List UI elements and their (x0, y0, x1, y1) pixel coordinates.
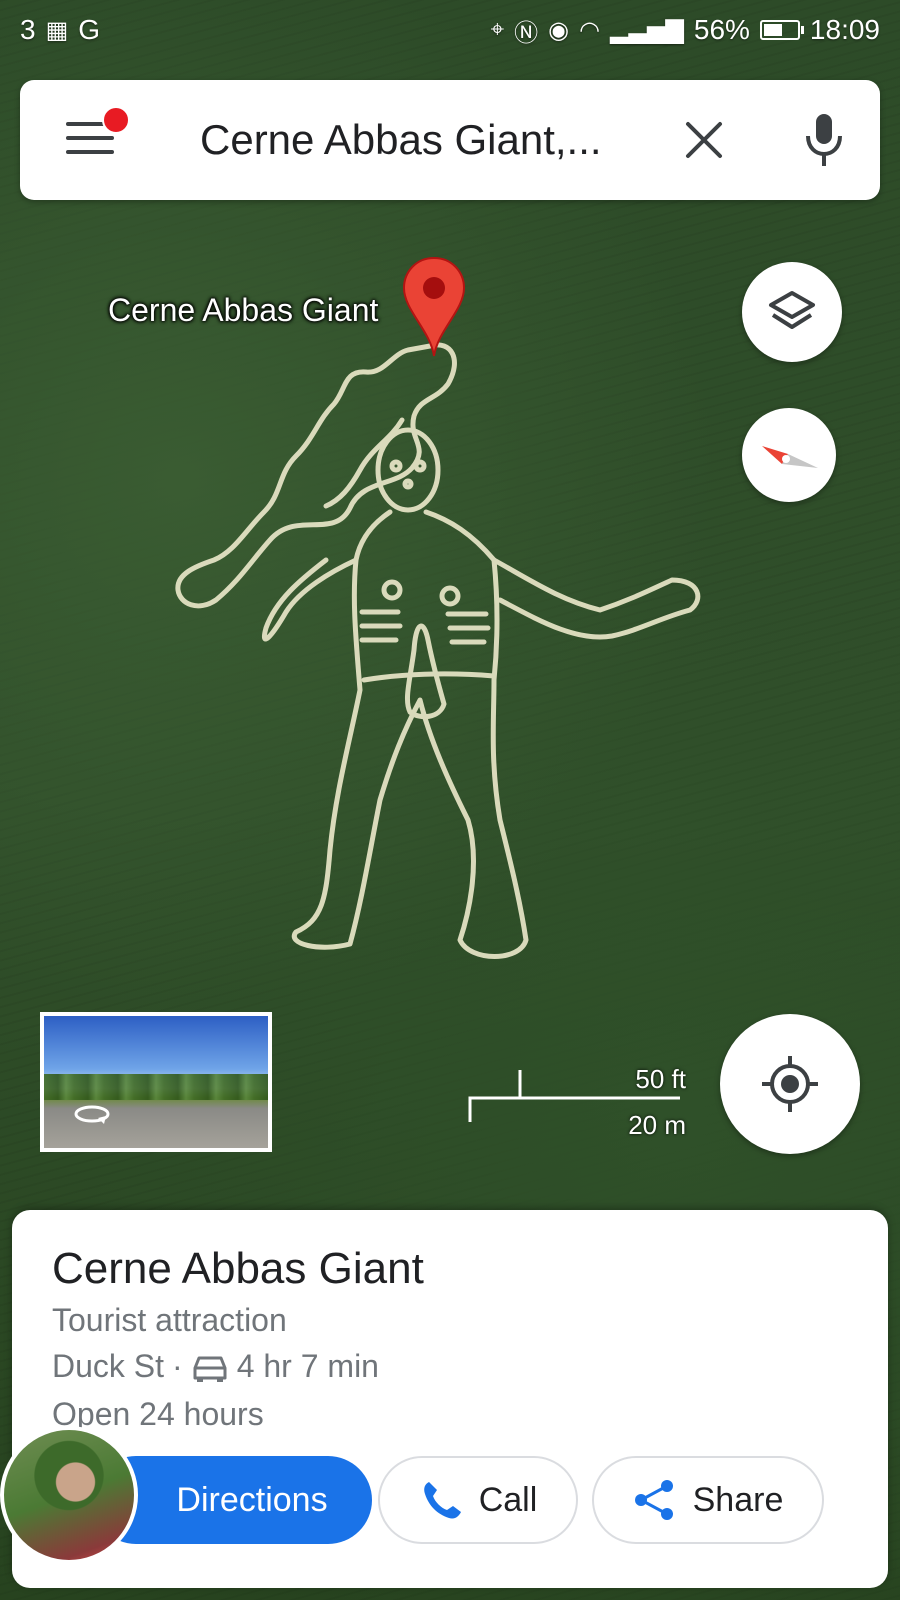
car-icon (193, 1356, 227, 1382)
search-bar[interactable]: Cerne Abbas Giant,... (20, 80, 880, 200)
my-location-button[interactable] (720, 1014, 860, 1154)
separator: · (172, 1348, 183, 1384)
map-scale: 50 ft 20 m (466, 1056, 686, 1140)
wifi-icon: ◠ (579, 16, 601, 44)
user-avatar[interactable] (0, 1426, 138, 1564)
close-icon (686, 122, 722, 158)
hamburger-line (66, 150, 114, 154)
scale-imperial: 50 ft (635, 1064, 686, 1094)
activity-icon: ▦ (45, 16, 69, 44)
call-label: Call (478, 1480, 538, 1519)
map-pin-label[interactable]: Cerne Abbas Giant (108, 292, 378, 329)
360-rotate-icon (74, 1105, 110, 1124)
call-button[interactable]: Call (378, 1456, 578, 1544)
network-type: G (78, 14, 101, 45)
layers-button[interactable] (742, 262, 842, 362)
compass-icon (762, 446, 818, 468)
battery-percent: 56% (693, 14, 750, 45)
eye-comfort-icon: ◉ (548, 16, 570, 44)
compass-button[interactable] (742, 408, 836, 502)
scale-metric: 20 m (628, 1110, 686, 1140)
battery-fill (763, 24, 782, 36)
street-view-trees (44, 1074, 268, 1100)
hamburger-line (66, 136, 114, 140)
place-title: Cerne Abbas Giant (52, 1244, 424, 1293)
map-pin-icon[interactable] (402, 256, 466, 360)
status-right: ⌖ Ⓝ ◉ ◠ ▂▃▅▇ 56% 18:09 (491, 13, 880, 48)
my-location-icon (762, 1056, 818, 1112)
directions-label: Directions (176, 1480, 328, 1519)
signal-icon: ▂▃▅▇ (610, 16, 684, 44)
phone-icon (423, 1482, 461, 1519)
voice-search-button[interactable] (800, 112, 848, 168)
share-label: Share (692, 1480, 784, 1519)
place-address-row: Duck St · 4 hr 7 min (52, 1348, 379, 1385)
street-view-thumbnail[interactable] (40, 1012, 272, 1152)
place-street: Duck St (52, 1348, 165, 1384)
status-bar: 3 ▦ G ⌖ Ⓝ ◉ ◠ ▂▃▅▇ 56% 18:09 (0, 0, 900, 60)
share-icon (634, 1480, 673, 1520)
place-type: Tourist attraction (52, 1302, 287, 1338)
search-input[interactable]: Cerne Abbas Giant,... (200, 116, 650, 164)
drive-time: 4 hr 7 min (236, 1348, 379, 1384)
layers-icon (769, 291, 815, 329)
status-left: 3 ▦ G (20, 14, 100, 46)
microphone-icon (806, 114, 842, 166)
clear-search-button[interactable] (680, 116, 728, 164)
notification-count: 3 (20, 14, 36, 45)
location-status-icon: ⌖ (490, 16, 505, 43)
place-card[interactable]: Cerne Abbas Giant Tourist attraction Duc… (12, 1210, 888, 1588)
battery-icon (759, 20, 804, 40)
notification-dot (102, 106, 130, 134)
share-button[interactable]: Share (592, 1456, 824, 1544)
clock: 18:09 (809, 14, 880, 45)
nfc-icon: Ⓝ (514, 19, 539, 47)
